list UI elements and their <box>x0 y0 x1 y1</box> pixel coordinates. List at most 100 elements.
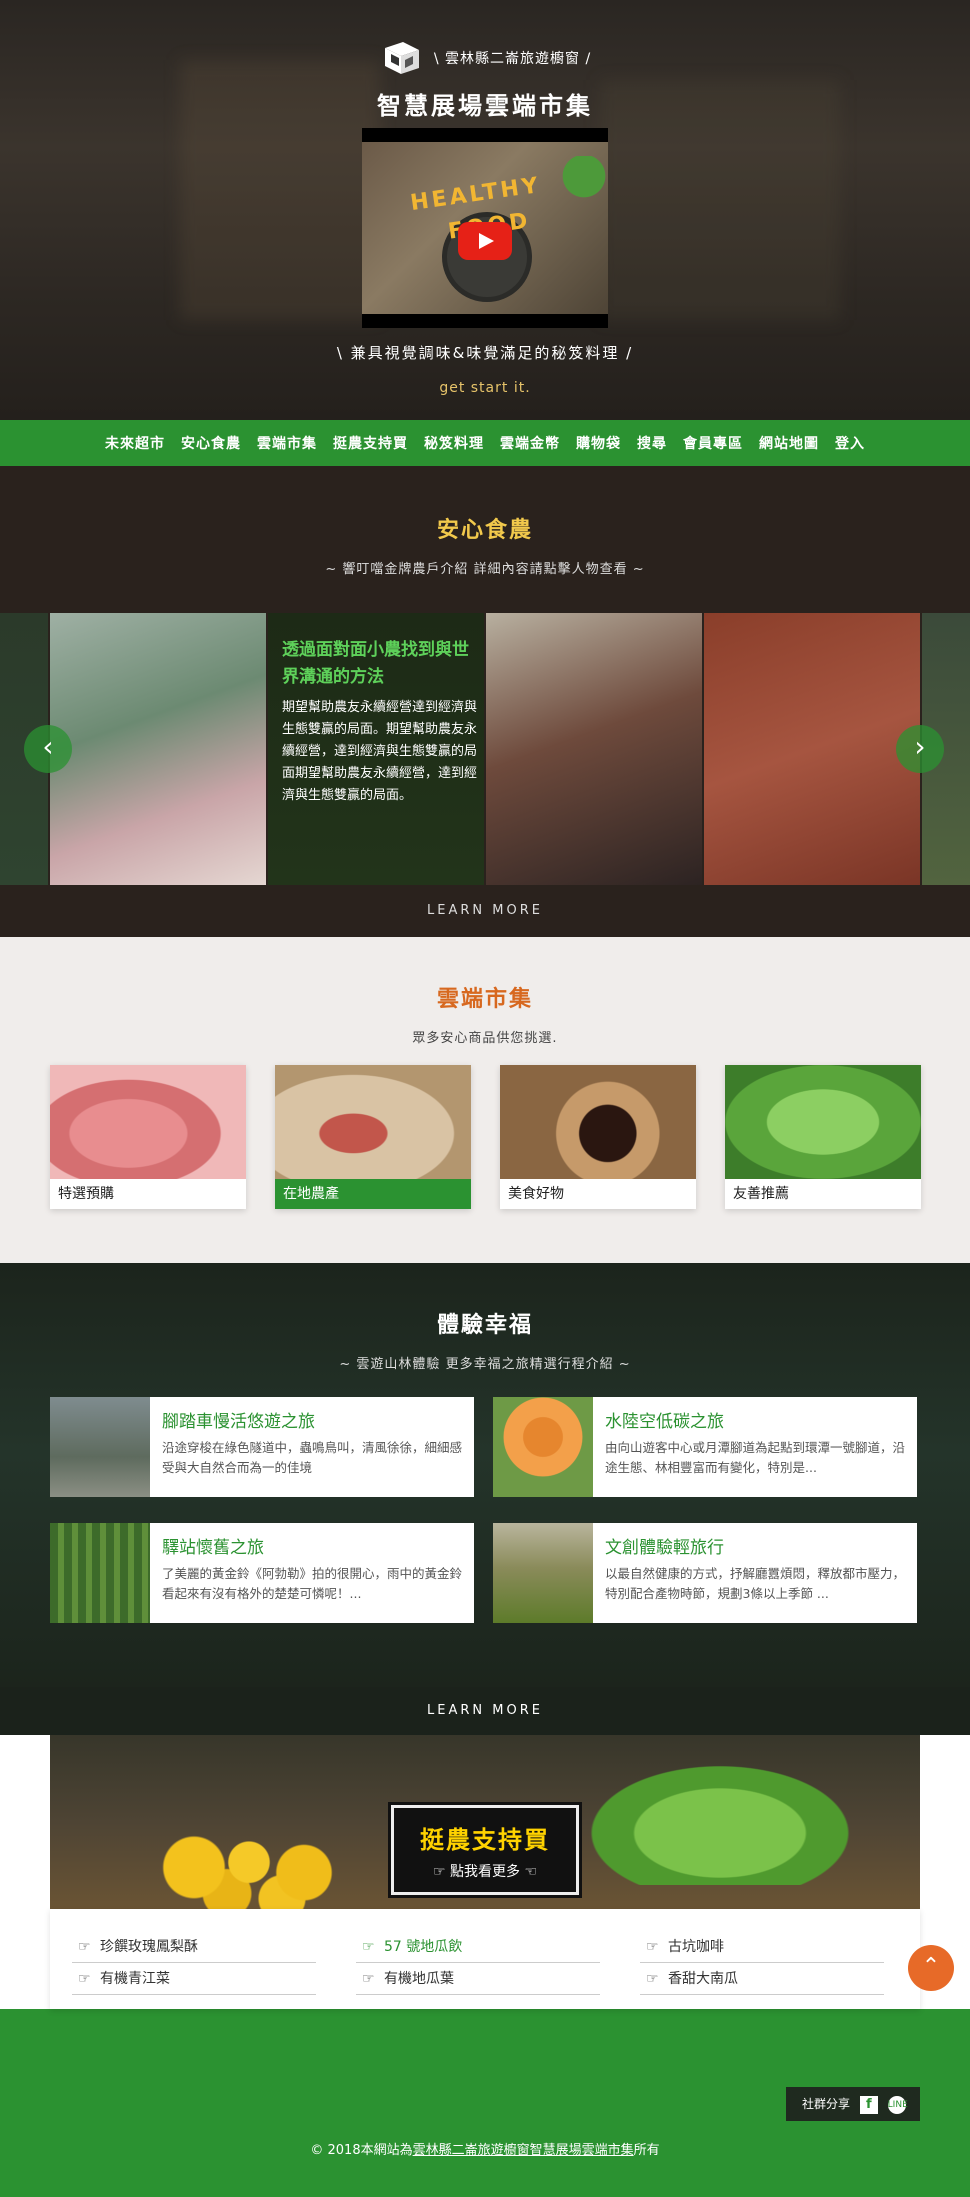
experience-desc: 由向山遊客中心或月潭腳道為起點到環潭一號腳道，沿途生態、林相豐富而有變化，特別是… <box>605 1440 906 1475</box>
copyright-prefix: © 2018本網站為 <box>310 2143 413 2158</box>
support-buy-section: 挺農支持買 ☞ 點我看更多 ☜ ☞ 珍饌玫瑰鳳梨酥 ☞ 有機青江菜 ☞ 57 號地瓜飲… <box>0 1735 970 2077</box>
social-share: 社群分享 f LINE <box>786 2087 920 2121</box>
support-sign[interactable]: 挺農支持買 ☞ 點我看更多 ☜ <box>391 1805 579 1895</box>
pointing-hand-icon: ☞ <box>646 1939 659 1955</box>
product-label: 美食好物 <box>508 1186 564 1202</box>
list-item-label: 古坑咖啡 <box>668 1939 724 1955</box>
farmer-photo[interactable] <box>704 613 920 885</box>
nav-item-cloud-coins[interactable]: 雲端金幣 <box>500 433 560 453</box>
experience-card[interactable]: 水陸空低碳之旅 由向山遊客中心或月潭腳道為起點到環潭一號腳道，沿途生態、林相豐富… <box>493 1397 917 1497</box>
section-title: 體驗幸福 <box>436 1313 533 1338</box>
list-item[interactable]: ☞ 古坑咖啡 <box>640 1931 884 1963</box>
pointing-hand-icon: ☞ <box>362 1939 375 1955</box>
lettuce-image <box>570 1755 870 1885</box>
cloud-market-section: 雲端市集 眾多安心商品供您挑選. 特選預購 在地農產 美食好物 友善推薦 <box>0 937 970 1263</box>
leaf-image <box>548 156 608 206</box>
product-categories: 特選預購 在地農產 美食好物 友善推薦 <box>50 1065 921 1209</box>
product-card[interactable]: 美食好物 <box>500 1065 696 1209</box>
support-sign-more: ☞ 點我看更多 ☜ <box>432 1864 538 1880</box>
list-item[interactable]: ☞ 有機青江菜 <box>72 1963 316 1995</box>
support-sign-title: 挺農支持買 <box>420 1826 550 1854</box>
farmer-photo[interactable] <box>486 613 702 885</box>
experience-card[interactable]: 驛站懷舊之旅 了美麗的黃金鈴《阿勃勒》拍的很開心，雨中的黃金鈴看起來有沒有格外的… <box>50 1523 474 1623</box>
experience-desc: 以最自然健康的方式，抒解廳囂煩悶，釋放都市壓力，特別配合產物時節，規劃3條以上季… <box>605 1566 906 1601</box>
copyright: © 2018本網站為雲林縣二崙旅遊櫥窗智慧展場雲端市集所有 <box>0 2139 970 2158</box>
site-logo[interactable]: \ 雲林縣二崙旅遊櫥窗 / <box>0 38 970 78</box>
farmer-photo[interactable] <box>50 613 266 885</box>
experience-title: 腳踏車慢活悠遊之旅 <box>162 1412 315 1432</box>
product-column: ☞ 古坑咖啡 ☞ 香甜大南瓜 <box>640 1931 884 1995</box>
play-icon[interactable] <box>458 222 512 260</box>
farmer-carousel: 透過面對面小農找到與世界溝通的方法 期望幫助農友永續經營達到經濟與生態雙贏的局面… <box>0 613 970 885</box>
get-start-link[interactable]: get start it. <box>0 380 970 396</box>
back-to-top-icon[interactable]: ⌃ <box>908 1945 954 1991</box>
nav-item-recipes[interactable]: 秘笈料理 <box>424 433 484 453</box>
safe-food-section: 安心食農 ~ 響叮噹金牌農戶介紹 詳細內容請點擊人物查看 ~ 透過面對面小農找到… <box>0 466 970 937</box>
nav-item-member[interactable]: 會員專區 <box>683 433 743 453</box>
nav-item-cloud-market[interactable]: 雲端市集 <box>257 433 317 453</box>
product-label: 特選預購 <box>58 1186 114 1202</box>
pointing-hand-icon: ☞ <box>646 1971 659 1987</box>
site-subtitle: \ 雲林縣二崙旅遊櫥窗 / <box>433 51 592 67</box>
experience-title: 文創體驗輕旅行 <box>605 1538 724 1558</box>
list-item-label: 有機青江菜 <box>100 1971 170 1987</box>
experience-title: 水陸空低碳之旅 <box>605 1412 724 1432</box>
pointing-hand-icon: ☞ <box>362 1971 375 1987</box>
site-title: 智慧展場雲端市集 <box>377 92 593 120</box>
nav-item-safe-food[interactable]: 安心食農 <box>181 433 241 453</box>
farmer-card[interactable]: 透過面對面小農找到與世界溝通的方法 期望幫助農友永續經營達到經濟與生態雙贏的局面… <box>268 613 484 885</box>
product-card[interactable]: 在地農產 <box>275 1065 471 1209</box>
support-banner[interactable]: 挺農支持買 ☞ 點我看更多 ☜ <box>50 1735 920 1909</box>
nav-item-search[interactable]: 搜尋 <box>637 433 667 453</box>
experience-card[interactable]: 腳踏車慢活悠遊之旅 沿途穿梭在綠色隧道中，蟲鳴鳥叫，清風徐徐，細細感受與大自然合… <box>50 1397 474 1497</box>
list-item[interactable]: ☞ 珍饌玫瑰鳳梨酥 <box>72 1931 316 1963</box>
list-item[interactable]: ☞ 香甜大南瓜 <box>640 1963 884 1995</box>
farmer-card-title: 透過面對面小農找到與世界溝通的方法 <box>282 640 469 687</box>
persimmon-image <box>493 1397 593 1497</box>
facebook-icon[interactable]: f <box>859 2095 878 2114</box>
video-thumbnail: HEALTHY FOOD <box>362 142 608 314</box>
main-nav: 未來超市 安心食農 雲端市集 挺農支持買 秘笈料理 雲端金幣 購物袋 搜尋 會員… <box>0 420 970 466</box>
happy-experience-section: 體驗幸福 ~ 雲遊山林體驗 更多幸福之旅精選行程介紹 ~ 腳踏車慢活悠遊之旅 沿… <box>0 1263 970 1735</box>
section-subtitle: 眾多安心商品供您挑選. <box>412 1031 558 1046</box>
peanut-image <box>275 1065 471 1179</box>
support-sign-more-label: 點我看更多 <box>450 1864 520 1880</box>
section-title: 雲端市集 <box>436 987 533 1012</box>
product-label: 在地農產 <box>275 1179 471 1209</box>
list-item-label: 有機地瓜葉 <box>384 1971 454 1987</box>
carousel-prev-icon[interactable]: ‹ <box>24 725 72 773</box>
scarecrow-image <box>493 1523 593 1623</box>
meat-image <box>50 1065 246 1179</box>
support-background <box>0 2009 970 2077</box>
carousel-next-icon[interactable]: › <box>896 725 944 773</box>
nav-item-shopping-bag[interactable]: 購物袋 <box>576 433 621 453</box>
product-card[interactable]: 友善推薦 <box>725 1065 921 1209</box>
section-subtitle: ~ 響叮噹金牌農戶介紹 詳細內容請點擊人物查看 ~ <box>325 562 645 577</box>
experience-card[interactable]: 文創體驗輕旅行 以最自然健康的方式，抒解廳囂煩悶，釋放都市壓力，特別配合產物時節… <box>493 1523 917 1623</box>
line-icon[interactable]: LINE <box>887 2095 908 2114</box>
nav-item-future-market[interactable]: 未來超市 <box>105 433 165 453</box>
learn-more-link[interactable]: LEARN MORE <box>0 885 970 937</box>
learn-more-link[interactable]: LEARN MORE <box>0 1687 970 1735</box>
cube-logo-icon <box>384 42 419 74</box>
section-title: 安心食農 <box>436 518 533 543</box>
hero-tagline: \ 兼具視覺調味&味覺滿足的秘笈料理 / <box>336 344 634 362</box>
nav-item-support-buy[interactable]: 挺農支持買 <box>333 433 408 453</box>
copyright-link[interactable]: 雲林縣二崙旅遊櫥窗智慧展場雲端市集 <box>413 2143 634 2158</box>
list-item-label: 珍饌玫瑰鳳梨酥 <box>100 1939 198 1955</box>
list-item-label: 香甜大南瓜 <box>668 1971 738 1987</box>
video-player[interactable]: HEALTHY FOOD <box>362 128 608 328</box>
list-item-label: 57 號地瓜飲 <box>384 1939 463 1955</box>
experience-title: 驛站懷舊之旅 <box>162 1538 264 1558</box>
lemons-image <box>150 1805 370 1909</box>
product-column: ☞ 珍饌玫瑰鳳梨酥 ☞ 有機青江菜 <box>72 1931 316 1995</box>
bike-image <box>50 1397 150 1497</box>
nav-item-sitemap[interactable]: 網站地圖 <box>759 433 819 453</box>
list-item[interactable]: ☞ 有機地瓜葉 <box>356 1963 600 1995</box>
pointing-hand-icon: ☞ <box>78 1971 91 1987</box>
list-item[interactable]: ☞ 57 號地瓜飲 <box>356 1931 600 1963</box>
site-footer: 社群分享 f LINE © 2018本網站為雲林縣二崙旅遊櫥窗智慧展場雲端市集所… <box>0 2077 970 2197</box>
product-card[interactable]: 特選預購 <box>50 1065 246 1209</box>
farmer-card-body: 期望幫助農友永續經營達到經濟與生態雙贏的局面。期望幫助農友永續經營，達到經濟與生… <box>282 700 478 803</box>
nav-item-login[interactable]: 登入 <box>835 433 865 453</box>
